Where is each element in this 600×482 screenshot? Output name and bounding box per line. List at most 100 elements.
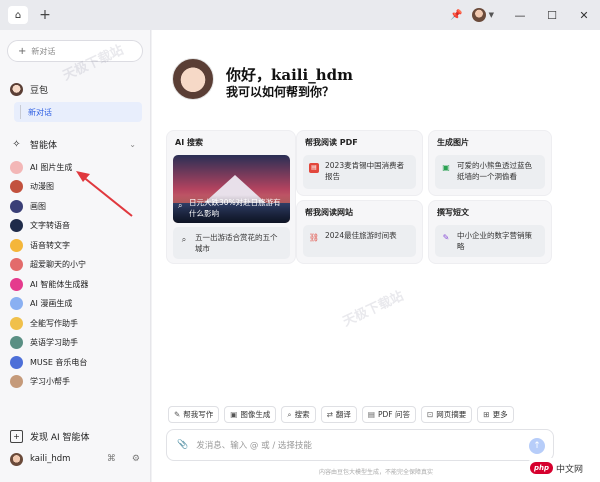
discover-agents-button[interactable]: + 发现 AI 智能体 bbox=[10, 427, 90, 445]
website-suggestion[interactable]: ⛓ 2024最佳旅游时间表 bbox=[303, 225, 416, 257]
tool-label: PDF 问答 bbox=[377, 410, 410, 419]
sparkle-icon: ✧ bbox=[12, 138, 21, 150]
active-chat-item[interactable]: 新对话 bbox=[14, 102, 142, 122]
agent-avatar-icon bbox=[10, 297, 23, 310]
tool-button[interactable]: ⊡ 网页摘要 bbox=[420, 406, 473, 423]
sidebar-item-label: 豆包 bbox=[30, 85, 49, 96]
card-title: 生成图片 bbox=[437, 138, 469, 147]
sidebar-item-agent[interactable]: 动漫图 bbox=[10, 178, 54, 196]
sidebar-item-label: AI 图片生成 bbox=[30, 162, 73, 172]
sidebar-item-label: 英语学习助手 bbox=[30, 338, 78, 347]
sidebar-item-agent[interactable]: 学习小帮手 bbox=[10, 373, 70, 391]
search-image-tile[interactable]: ⌕ 日元大跌30%对赴日旅游有什么影响 bbox=[173, 155, 290, 223]
agent-avatar-icon bbox=[10, 258, 23, 271]
agents-section-header[interactable]: ✧ 智能体 ⌄ bbox=[10, 135, 136, 153]
tool-label: 网页摘要 bbox=[436, 410, 467, 419]
sidebar-item-label: 画图 bbox=[30, 201, 46, 211]
tool-icon: ▣ bbox=[230, 410, 238, 419]
card-title: 帮我阅读网站 bbox=[305, 208, 353, 217]
sidebar-item-label: 动漫图 bbox=[30, 182, 54, 191]
add-tab-button[interactable]: + bbox=[36, 6, 54, 24]
search-suggestion[interactable]: ⌕ 五一出游适合赏花的五个城市 bbox=[173, 227, 290, 259]
sidebar-item-label: 文字转语音 bbox=[30, 221, 70, 230]
agent-avatar-icon bbox=[10, 199, 23, 213]
agent-avatar-icon bbox=[10, 160, 23, 174]
pdf-suggestion[interactable]: ▤ 2023麦肯锡中国消费者报告 bbox=[303, 155, 416, 189]
edit-icon: ✎ bbox=[442, 233, 450, 243]
message-input[interactable]: 📎 发消息、输入 @ 或 / 选择技能 ↑ bbox=[166, 429, 554, 461]
home-icon: ⌂ bbox=[14, 9, 22, 21]
greeting-subtitle: 我可以如何帮到你？ bbox=[226, 85, 335, 99]
sidebar-item-agent[interactable]: 英语学习助手 bbox=[10, 334, 78, 352]
active-chat-label: 新对话 bbox=[28, 107, 52, 117]
sidebar-item-agent[interactable]: 超爱聊天的小宁 bbox=[10, 256, 86, 274]
sidebar-item-agent[interactable]: AI 智能体生成器 bbox=[10, 275, 88, 293]
write-suggestion[interactable]: ✎ 中小企业的数字营销策略 bbox=[435, 225, 545, 257]
generate-image-card[interactable]: 生成图片 ▣ 可爱的小熊鱼透过蓝色纸墙的一个洞偷看 bbox=[428, 130, 552, 196]
tool-icon: ⊡ bbox=[426, 410, 434, 419]
suggestion-text: 2024最佳旅游时间表 bbox=[325, 231, 397, 240]
tool-button[interactable]: ▣ 图像生成 bbox=[224, 406, 277, 423]
main-panel: 你好，kaili_hdm 我可以如何帮到你？ AI 搜索 ⌕ 日元大跌30%对赴… bbox=[152, 30, 600, 482]
read-website-card[interactable]: 帮我阅读网站 ⛓ 2024最佳旅游时间表 bbox=[296, 200, 423, 264]
agent-avatar-icon bbox=[10, 375, 23, 388]
agents-heading: 智能体 bbox=[30, 140, 58, 151]
greeting-title: 你好，kaili_hdm bbox=[226, 66, 353, 84]
sidebar-item-agent[interactable]: 语音转文字 bbox=[10, 236, 70, 254]
ai-search-card[interactable]: AI 搜索 ⌕ 日元大跌30%对赴日旅游有什么影响 ⌕ 五一出游适合赏花的五个城… bbox=[166, 130, 296, 264]
sidebar-item-agent[interactable]: 画图 bbox=[10, 197, 46, 215]
search-icon: ⌕ bbox=[178, 201, 183, 210]
new-chat-label: 新对话 bbox=[31, 46, 56, 56]
tool-button[interactable]: ▤ PDF 问答 bbox=[361, 406, 416, 423]
sidebar-item-agent[interactable]: AI 图片生成 bbox=[10, 158, 72, 176]
account-avatar[interactable] bbox=[471, 8, 486, 22]
tool-button[interactable]: ✎ 帮我写作 bbox=[168, 406, 220, 423]
sidebar-item-agent[interactable]: MUSE 音乐电台 bbox=[10, 353, 87, 371]
tool-label: 更多 bbox=[492, 410, 508, 419]
suggestion-text: 中小企业的数字营销策略 bbox=[457, 231, 532, 251]
tool-icon: ▤ bbox=[367, 410, 375, 419]
share-icon[interactable]: ⌘ bbox=[107, 454, 116, 464]
logo-text: 中文网 bbox=[556, 464, 584, 475]
agent-avatar-icon bbox=[10, 336, 23, 349]
new-chat-button[interactable]: + 新对话 bbox=[7, 40, 143, 62]
skills-toolbar: ✎ 帮我写作 ▣ 图像生成 ⌕ 搜索 ⇄ 翻译 ▤ PDF 问答 ⊡ 网页摘要 ⊞ 更多 bbox=[168, 406, 514, 424]
sidebar-item-label: AI 智能体生成器 bbox=[30, 279, 89, 289]
tool-icon: ⊞ bbox=[483, 410, 490, 419]
doubao-avatar-icon bbox=[10, 82, 23, 96]
sidebar-item-agent[interactable]: 全能写作助手 bbox=[10, 314, 78, 332]
agent-avatar-icon bbox=[10, 316, 23, 330]
sidebar-item-agent[interactable]: 文字转语音 bbox=[10, 217, 70, 235]
pdf-icon: ▤ bbox=[309, 163, 319, 173]
tool-label: 帮我写作 bbox=[183, 410, 214, 419]
card-title: AI 搜索 bbox=[175, 138, 203, 147]
chevron-down-icon[interactable]: ▼ bbox=[489, 11, 494, 19]
pin-icon[interactable]: 📌 bbox=[448, 10, 466, 21]
sidebar: + 新对话 豆包 新对话 ✧ 智能体 ⌄ AI 图片生成 动漫图画图文字转语音语音… bbox=[0, 30, 151, 482]
user-profile-row[interactable]: kaili_hdm ⌘ ⚙ bbox=[10, 450, 140, 468]
attachment-icon[interactable]: 📎 bbox=[177, 440, 188, 450]
plus-icon: + bbox=[18, 45, 27, 57]
card-title: 帮我阅读 PDF bbox=[305, 138, 358, 147]
sidebar-item-label: 全能写作助手 bbox=[30, 318, 78, 328]
close-button[interactable]: ✕ bbox=[568, 0, 600, 30]
sidebar-item-label: 学习小帮手 bbox=[30, 377, 70, 386]
maximize-button[interactable]: ☐ bbox=[536, 0, 568, 30]
image-suggestion[interactable]: ▣ 可爱的小熊鱼透过蓝色纸墙的一个洞偷看 bbox=[435, 155, 545, 189]
settings-icon[interactable]: ⚙ bbox=[132, 454, 140, 464]
tool-button[interactable]: ⇄ 翻译 bbox=[320, 406, 357, 423]
home-tab[interactable]: ⌂ bbox=[8, 6, 28, 24]
sidebar-item-doubao[interactable]: 豆包 bbox=[10, 80, 48, 98]
tool-button[interactable]: ⊞ 更多 bbox=[477, 406, 514, 423]
sidebar-item-agent[interactable]: AI 漫画生成 bbox=[10, 295, 72, 313]
sidebar-item-label: AI 漫画生成 bbox=[30, 299, 73, 308]
write-essay-card[interactable]: 撰写短文 ✎ 中小企业的数字营销策略 bbox=[428, 200, 552, 264]
link-icon: ⛓ bbox=[308, 233, 320, 243]
minimize-button[interactable]: — bbox=[504, 0, 536, 30]
read-pdf-card[interactable]: 帮我阅读 PDF ▤ 2023麦肯锡中国消费者报告 bbox=[296, 130, 423, 196]
tool-button[interactable]: ⌕ 搜索 bbox=[281, 406, 316, 423]
send-button[interactable]: ↑ bbox=[529, 438, 545, 454]
doubao-hero-avatar bbox=[172, 58, 214, 100]
suggestion-text: 可爱的小熊鱼透过蓝色纸墙的一个洞偷看 bbox=[457, 161, 532, 181]
discover-label: 发现 AI 智能体 bbox=[30, 432, 90, 443]
